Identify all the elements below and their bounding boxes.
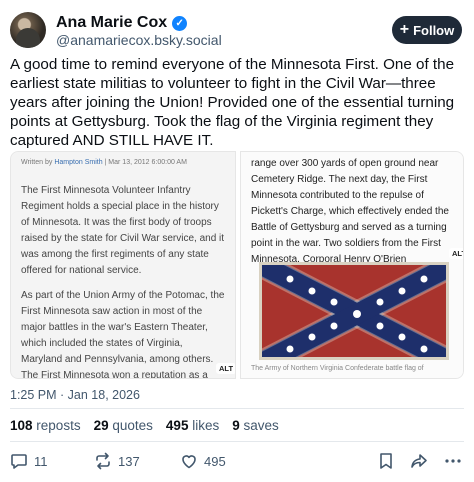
verified-badge-icon: ✓ xyxy=(172,15,188,31)
share-button[interactable] xyxy=(410,452,428,470)
flag-article-image[interactable]: range over 300 yards of open ground near… xyxy=(240,151,464,379)
byline-date: | Mar 13, 2012 6:00:00 AM xyxy=(104,159,187,166)
heart-icon xyxy=(182,455,196,469)
more-icon xyxy=(445,459,461,463)
quotes-stat[interactable]: 29 quotes xyxy=(94,418,153,433)
reposts-label: reposts xyxy=(36,418,81,433)
byline-author: Hampton Smith xyxy=(54,159,103,166)
repost-count: 137 xyxy=(118,453,140,469)
likes-label: likes xyxy=(192,418,220,433)
engagement-stats: 108 reposts 29 quotes 495 likes 9 saves xyxy=(10,418,279,433)
saves-label: saves xyxy=(243,418,279,433)
bookmark-icon xyxy=(380,453,392,469)
repost-button[interactable]: 137 xyxy=(94,452,140,470)
quotes-label: quotes xyxy=(112,418,153,433)
more-options-button[interactable] xyxy=(444,452,462,470)
post-timestamp[interactable]: 1:25 PM · Jan 18, 2026 xyxy=(10,388,140,402)
repost-icon xyxy=(96,452,110,470)
author-display-name[interactable]: Ana Marie Cox xyxy=(56,14,167,32)
share-icon xyxy=(411,454,427,468)
reposts-stat[interactable]: 108 reposts xyxy=(10,418,81,433)
reposts-count: 108 xyxy=(10,418,33,433)
alt-badge[interactable]: ALT xyxy=(216,363,235,374)
quotes-count: 29 xyxy=(93,418,109,433)
alt-badge[interactable]: ALT xyxy=(449,248,463,259)
article-continuation-text: range over 300 yards of open ground near… xyxy=(251,158,449,265)
like-button[interactable]: 495 xyxy=(180,452,226,470)
likes-count: 495 xyxy=(165,418,189,433)
bookmark-button[interactable] xyxy=(378,452,394,470)
byline-prefix: Written by xyxy=(21,159,53,166)
saves-count: 9 xyxy=(232,418,240,433)
divider xyxy=(10,408,464,409)
article-byline: Written by Hampton Smith | Mar 13, 2012 … xyxy=(21,159,187,166)
plus-icon: + xyxy=(399,21,410,38)
article-screenshot-image[interactable]: Written by Hampton Smith | Mar 13, 2012 … xyxy=(10,151,236,379)
reply-button[interactable]: 11 xyxy=(10,452,48,470)
reply-icon xyxy=(11,454,27,469)
post-actions: 11 137 495 xyxy=(10,452,464,472)
avatar[interactable] xyxy=(10,12,46,48)
likes-stat[interactable]: 495 likes xyxy=(166,418,219,433)
reply-count: 11 xyxy=(34,453,48,469)
divider xyxy=(10,441,464,442)
like-count: 495 xyxy=(204,453,226,469)
post-text: A good time to remind everyone of the Mi… xyxy=(10,56,455,149)
article-paragraph-2: As part of the Union Army of the Potomac… xyxy=(21,290,225,379)
confederate-flag-image xyxy=(259,262,449,360)
saves-stat[interactable]: 9 saves xyxy=(232,418,279,433)
flag-graphic xyxy=(262,265,446,357)
article-paragraph-1: The First Minnesota Volunteer Infantry R… xyxy=(21,185,225,276)
image-embed: Written by Hampton Smith | Mar 13, 2012 … xyxy=(10,151,464,379)
author-name-row: Ana Marie Cox ✓ xyxy=(56,14,188,32)
flag-caption: The Army of Northern Virginia Confederat… xyxy=(251,365,424,372)
author-handle[interactable]: @anamariecox.bsky.social xyxy=(56,32,222,48)
follow-button-label: Follow xyxy=(413,22,455,38)
follow-button[interactable]: + Follow xyxy=(392,16,462,44)
post-header: Ana Marie Cox ✓ @anamariecox.bsky.social… xyxy=(10,12,464,48)
